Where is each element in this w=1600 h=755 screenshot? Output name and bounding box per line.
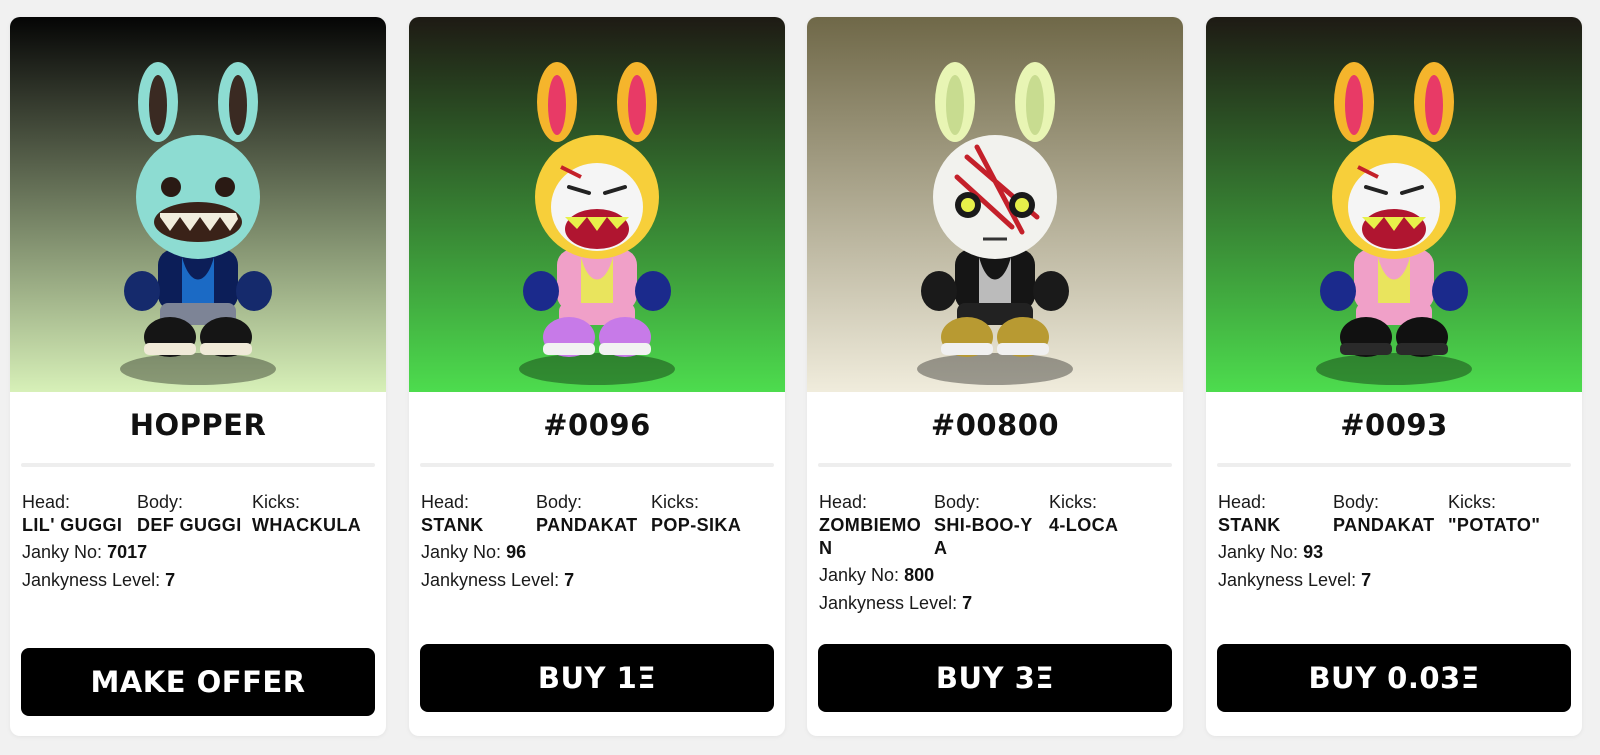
trait-label: Body: [536,492,583,512]
trait-kicks: Kicks: POP-SIKA [651,491,766,537]
trait-label: Kicks: [651,492,700,512]
nft-card[interactable]: HOPPER Head: LIL' GUGGI Body: DEF GUGGI … [10,17,386,736]
trait-kicks: Kicks: "POTATO" [1448,491,1563,537]
figure-illustration [409,17,785,392]
trait-value: SHI-BOO-YA [934,515,1033,558]
janky-no: Janky No: 800 [819,563,934,587]
nft-card[interactable]: #00800 Head: ZOMBIEMON Body: SHI-BOO-YA … [807,17,1183,736]
trait-label: Body: [934,492,981,512]
trait-value: STANK [1218,515,1281,535]
card-title: #00800 [930,408,1060,442]
trait-value: LIL' GUGGI [22,515,123,535]
divider [1217,463,1571,467]
card-title: HOPPER [129,408,267,442]
trait-head: Head: STANK [1218,491,1333,537]
trait-label: Body: [1333,492,1380,512]
eye-icon [215,177,235,197]
stat-label: Jankyness Level: [1218,570,1357,590]
shadow [1316,353,1472,385]
nft-image[interactable] [10,17,386,392]
stat-value: 7 [962,593,973,613]
nft-image[interactable] [1206,17,1582,392]
trait-kicks: Kicks: 4-LOCA [1049,491,1164,537]
nft-card-grid: HOPPER Head: LIL' GUGGI Body: DEF GUGGI … [0,0,1600,755]
trait-body: Body: PANDAKAT [1333,491,1448,537]
shadow [120,353,276,385]
trait-label: Kicks: [1049,492,1098,512]
stat-value: 7 [165,570,176,590]
trait-label: Head: [819,492,868,512]
divider [818,463,1172,467]
trait-head: Head: LIL' GUGGI [22,491,137,537]
card-title: #0093 [1340,408,1448,442]
nft-image[interactable] [409,17,785,392]
stat-label: Jankyness Level: [421,570,560,590]
trait-body: Body: SHI-BOO-YA [934,491,1039,560]
trait-head: Head: STANK [421,491,536,537]
trait-label: Head: [22,492,71,512]
trait-value: DEF GUGGI [137,515,242,535]
stat-value: 96 [506,542,527,562]
trait-label: Kicks: [252,492,301,512]
hand-left [921,271,957,311]
nft-card[interactable]: #0096 Head: STANK Body: PANDAKAT Kicks: … [409,17,785,736]
figure-illustration [10,17,386,392]
trait-value: ZOMBIEMON [819,515,922,558]
trait-label: Head: [421,492,470,512]
trait-value: PANDAKAT [536,515,638,535]
shadow [917,353,1073,385]
trait-value: PANDAKAT [1333,515,1435,535]
divider [420,463,774,467]
trait-label: Head: [1218,492,1267,512]
stat-value: 7017 [107,542,148,562]
hand-right [236,271,272,311]
shadow [519,353,675,385]
stat-label: Jankyness Level: [819,593,958,613]
janky-no: Janky No: 93 [1218,540,1323,564]
stat-value: 7 [564,570,575,590]
divider [21,463,375,467]
nft-image[interactable] [807,17,1183,392]
jankyness-level: Jankyness Level: 7 [1218,568,1371,592]
trait-value: STANK [421,515,484,535]
nft-card[interactable]: #0093 Head: STANK Body: PANDAKAT Kicks: … [1206,17,1582,736]
figure-illustration [807,17,1183,392]
jankyness-level: Jankyness Level: 7 [819,591,972,615]
janky-no: Janky No: 7017 [22,540,147,564]
hand-right [635,271,671,311]
buy-button[interactable]: BUY 3Ξ [818,644,1172,712]
hand-left [1320,271,1356,311]
card-title: #0096 [543,408,651,442]
make-offer-button[interactable]: MAKE OFFER [21,648,375,716]
stat-value: 7 [1361,570,1372,590]
stat-label: Janky No: [22,542,103,562]
stat-value: 800 [904,565,935,585]
janky-no: Janky No: 96 [421,540,526,564]
buy-button[interactable]: BUY 0.03Ξ [1217,644,1571,712]
figure-illustration [1206,17,1582,392]
hand-left [124,271,160,311]
hand-right [1033,271,1069,311]
stat-label: Janky No: [1218,542,1299,562]
eye-icon [161,177,181,197]
trait-value: 4-LOCA [1049,515,1119,535]
stat-label: Janky No: [819,565,900,585]
hand-right [1432,271,1468,311]
buy-button[interactable]: BUY 1Ξ [420,644,774,712]
trait-body: Body: DEF GUGGI [137,491,252,537]
trait-label: Kicks: [1448,492,1497,512]
trait-head: Head: ZOMBIEMON [819,491,927,560]
hand-left [523,271,559,311]
trait-kicks: Kicks: WHACKULA [252,491,367,537]
stat-label: Jankyness Level: [22,570,161,590]
trait-value: POP-SIKA [651,515,742,535]
jankyness-level: Jankyness Level: 7 [22,568,175,592]
trait-body: Body: PANDAKAT [536,491,651,537]
trait-label: Body: [137,492,184,512]
jankyness-level: Jankyness Level: 7 [421,568,574,592]
trait-value: WHACKULA [252,515,362,535]
stat-label: Janky No: [421,542,502,562]
trait-value: "POTATO" [1448,515,1541,535]
stat-value: 93 [1303,542,1324,562]
